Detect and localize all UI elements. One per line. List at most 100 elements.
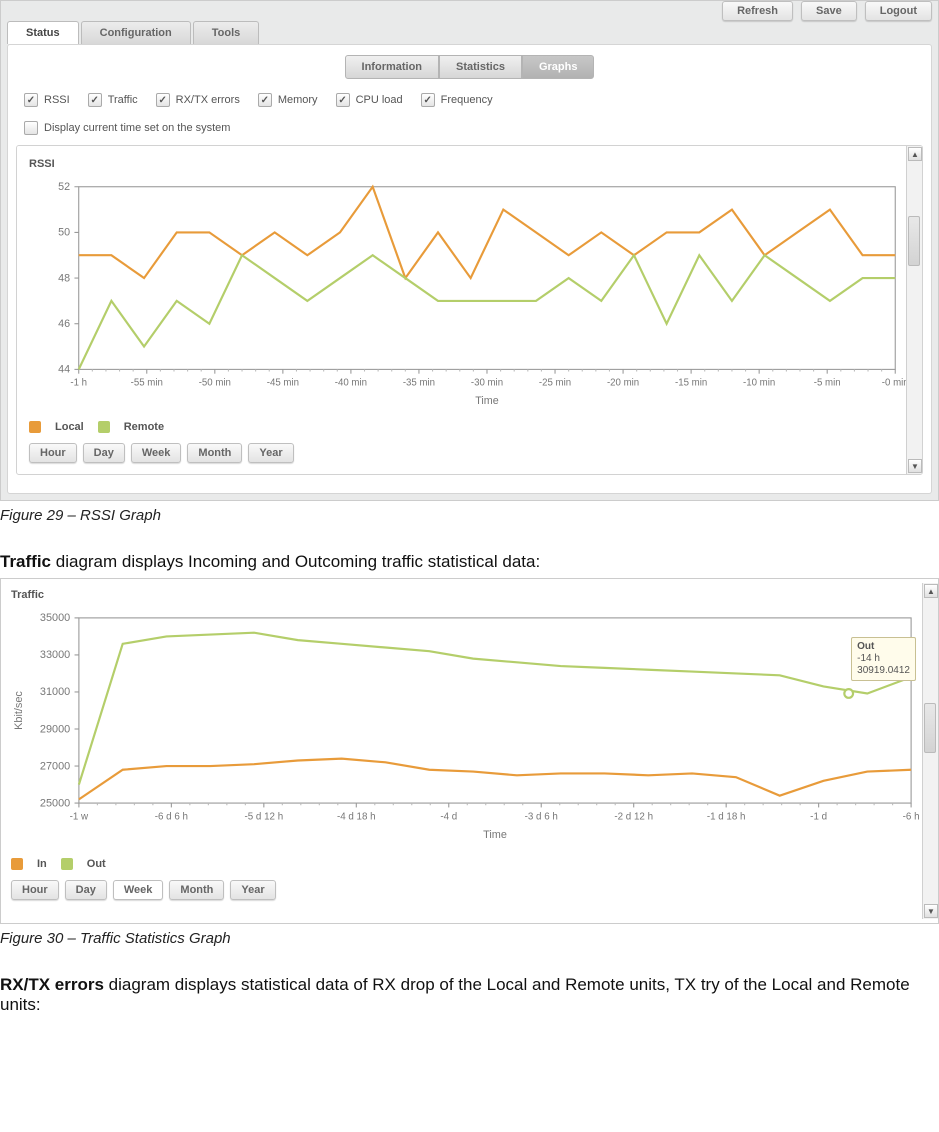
svg-text:-10 min: -10 min: [743, 378, 775, 389]
refresh-button[interactable]: Refresh: [722, 1, 793, 21]
chk-display-time[interactable]: Display current time set on the system: [24, 121, 230, 135]
chart-title: Traffic: [7, 585, 922, 607]
svg-text:-1 h: -1 h: [70, 378, 87, 389]
svg-text:-6 d 6 h: -6 d 6 h: [155, 811, 188, 822]
range-year-button[interactable]: Year: [248, 443, 293, 463]
legend-label: Local: [55, 421, 84, 433]
checkmark-icon: ✓: [156, 93, 170, 107]
rssi-chart-box: RSSI 44 46 48 50 52 -1 h -55 min -50 min -45 min…: [17, 146, 922, 471]
legend-label: In: [37, 858, 47, 870]
traffic-chart: 250002700029000310003300035000-1 w-6 d 6…: [7, 607, 922, 847]
scroll-down-icon[interactable]: ▼: [924, 904, 938, 918]
svg-text:29000: 29000: [40, 723, 70, 735]
svg-text:Time: Time: [475, 395, 498, 407]
svg-text:-30 min: -30 min: [471, 378, 503, 389]
chart-tooltip: Out -14 h 30919.0412: [851, 637, 916, 681]
chart-scroll-area: RSSI 44 46 48 50 52 -1 h -55 min -50 min -45 min…: [16, 145, 923, 475]
scroll-up-icon[interactable]: ▲: [924, 584, 938, 598]
range-hour-button[interactable]: Hour: [11, 880, 59, 900]
svg-text:-55 min: -55 min: [131, 378, 163, 389]
logout-button[interactable]: Logout: [865, 1, 932, 21]
chk-label: Display current time set on the system: [44, 122, 230, 134]
time-range-buttons: Hour Day Week Month Year: [7, 880, 922, 900]
legend-swatch-out: [61, 858, 73, 870]
figure-caption-30: Figure 30 – Traffic Statistics Graph: [0, 930, 939, 947]
chk-cpu[interactable]: ✓ CPU load: [336, 93, 403, 107]
chart-legend: In Out: [7, 852, 922, 880]
rxtx-rest: diagram displays statistical data of RX …: [0, 975, 910, 1014]
svg-text:Kbit/sec: Kbit/sec: [13, 691, 25, 730]
time-checkbox-row: Display current time set on the system: [16, 121, 923, 135]
save-button[interactable]: Save: [801, 1, 857, 21]
svg-text:-1 w: -1 w: [70, 811, 89, 822]
checkbox-empty-icon: [24, 121, 38, 135]
range-hour-button[interactable]: Hour: [29, 443, 77, 463]
legend-swatch-local: [29, 421, 41, 433]
range-month-button[interactable]: Month: [169, 880, 224, 900]
svg-text:-0 min: -0 min: [882, 378, 906, 389]
svg-text:52: 52: [58, 181, 70, 193]
scroll-up-icon[interactable]: ▲: [908, 147, 922, 161]
svg-text:-1 d: -1 d: [810, 811, 827, 822]
legend-label: Remote: [124, 421, 164, 433]
svg-text:-4 d: -4 d: [440, 811, 457, 822]
svg-text:-45 min: -45 min: [267, 378, 299, 389]
scroll-thumb[interactable]: [908, 216, 920, 266]
legend-label: Out: [87, 858, 106, 870]
sub-tabs: Information Statistics Graphs: [16, 55, 923, 79]
vertical-scrollbar[interactable]: ▲ ▼: [906, 146, 922, 474]
main-tabs: Status Configuration Tools: [1, 21, 938, 44]
screenshot-rssi: Refresh Save Logout Status Configuration…: [0, 0, 939, 501]
traffic-term: Traffic: [0, 552, 51, 571]
svg-text:44: 44: [58, 364, 70, 376]
scroll-thumb[interactable]: [924, 703, 936, 753]
svg-text:48: 48: [58, 272, 70, 284]
range-week-button[interactable]: Week: [113, 880, 164, 900]
chk-label: Traffic: [108, 94, 138, 106]
svg-text:-3 d 6 h: -3 d 6 h: [525, 811, 558, 822]
svg-text:-40 min: -40 min: [335, 378, 367, 389]
range-month-button[interactable]: Month: [187, 443, 242, 463]
tooltip-series: Out: [857, 641, 874, 652]
chart-title: RSSI: [25, 154, 906, 176]
legend-swatch-remote: [98, 421, 110, 433]
chk-traffic[interactable]: ✓Traffic: [88, 93, 138, 107]
svg-text:-35 min: -35 min: [403, 378, 435, 389]
checkmark-icon: ✓: [336, 93, 350, 107]
tab-tools[interactable]: Tools: [193, 21, 260, 44]
svg-text:50: 50: [58, 227, 70, 239]
tooltip-y: 30919.0412: [857, 665, 910, 676]
subtab-information[interactable]: Information: [345, 55, 440, 79]
vertical-scrollbar[interactable]: ▲ ▼: [922, 583, 938, 919]
svg-text:-5 min: -5 min: [814, 378, 841, 389]
subtab-statistics[interactable]: Statistics: [439, 55, 522, 79]
svg-text:35000: 35000: [40, 612, 70, 624]
svg-text:25000: 25000: [40, 797, 70, 809]
chk-rssi[interactable]: ✓RSSI: [24, 93, 70, 107]
svg-text:-20 min: -20 min: [607, 378, 639, 389]
range-year-button[interactable]: Year: [230, 880, 275, 900]
svg-text:-25 min: -25 min: [539, 378, 571, 389]
tab-configuration[interactable]: Configuration: [81, 21, 191, 44]
scroll-down-icon[interactable]: ▼: [908, 459, 922, 473]
chk-rxtx[interactable]: ✓ RX/TX errors: [156, 93, 240, 107]
svg-text:46: 46: [58, 318, 70, 330]
traffic-rest: diagram displays Incoming and Outcoming …: [51, 552, 540, 571]
figure-caption-29: Figure 29 – RSSI Graph: [0, 507, 939, 524]
range-day-button[interactable]: Day: [83, 443, 125, 463]
rxtx-description: RX/TX errors diagram displays statistica…: [0, 975, 939, 1015]
chk-label: Memory: [278, 94, 318, 106]
chk-label: CPU load: [356, 94, 403, 106]
chk-label: RX/TX errors: [176, 94, 240, 106]
svg-text:-50 min: -50 min: [199, 378, 231, 389]
checkmark-icon: ✓: [24, 93, 38, 107]
range-week-button[interactable]: Week: [131, 443, 182, 463]
svg-text:33000: 33000: [40, 649, 70, 661]
chk-frequency[interactable]: ✓Frequency: [421, 93, 493, 107]
top-action-bar: Refresh Save Logout: [1, 1, 938, 21]
subtab-graphs[interactable]: Graphs: [522, 55, 595, 79]
chk-memory[interactable]: ✓Memory: [258, 93, 318, 107]
tab-status[interactable]: Status: [7, 21, 79, 44]
range-day-button[interactable]: Day: [65, 880, 107, 900]
rssi-chart: 44 46 48 50 52 -1 h -55 min -50 min -45 min -40 m…: [25, 176, 906, 412]
